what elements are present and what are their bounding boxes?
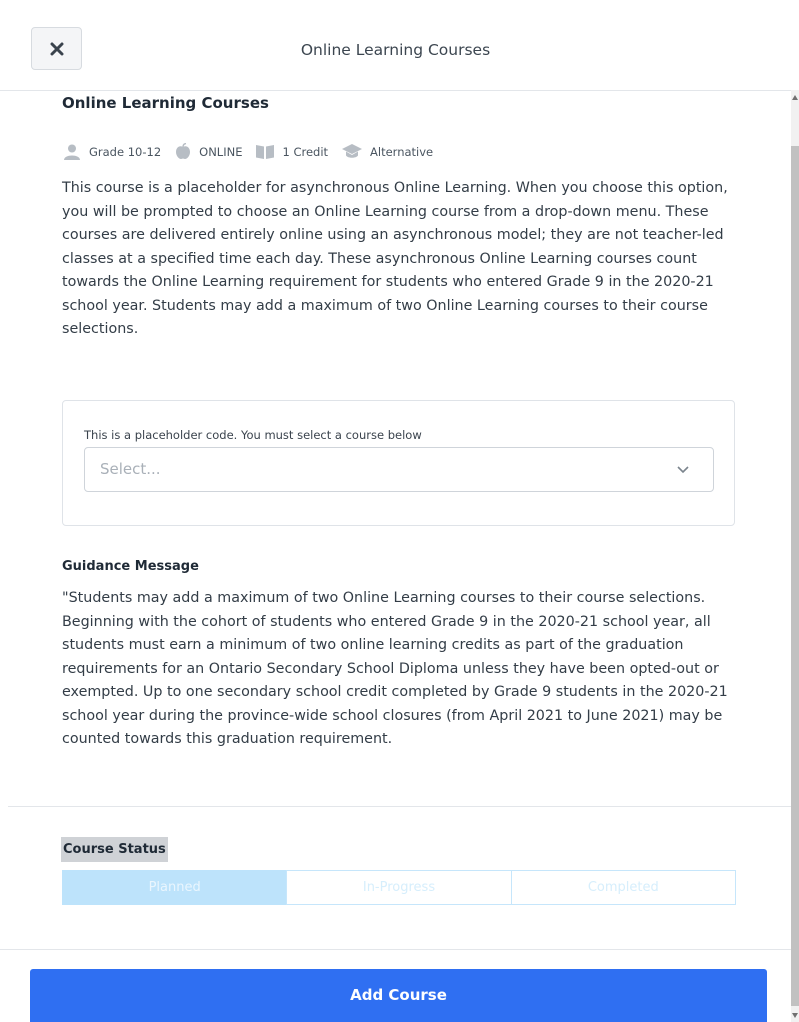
meta-delivery: ONLINE: [175, 143, 242, 160]
meta-credit: 1 Credit: [256, 144, 328, 159]
course-status-title: Course Status: [61, 837, 168, 862]
course-title: Online Learning Courses: [62, 94, 269, 112]
scroll-down-arrow-icon[interactable]: [792, 1013, 798, 1018]
person-icon: [64, 144, 80, 160]
add-course-button[interactable]: Add Course: [30, 969, 767, 1022]
guidance-title: Guidance Message: [62, 559, 199, 574]
course-description: This course is a placeholder for asynchr…: [62, 180, 728, 337]
guidance-text: "Students may add a maximum of two Onlin…: [62, 590, 728, 747]
status-completed-button[interactable]: Completed: [510, 870, 736, 905]
status-planned-button[interactable]: Planned: [62, 870, 288, 905]
meta-delivery-label: ONLINE: [199, 144, 243, 159]
course-select-placeholder: Select...: [100, 460, 161, 478]
divider: [8, 806, 791, 807]
footer-divider: [0, 949, 791, 950]
meta-credit-label: 1 Credit: [282, 144, 329, 159]
modal-body[interactable]: Online Learning Courses Grade 10-12 ONLI…: [0, 91, 791, 1022]
course-meta: Grade 10-12 ONLINE 1 Credit Alternative: [63, 143, 447, 160]
scrollbar-thumb[interactable]: [791, 146, 799, 1006]
status-in-progress-button[interactable]: In-Progress: [286, 870, 512, 905]
course-select-dropdown[interactable]: Select...: [84, 447, 714, 492]
book-icon: [256, 145, 275, 159]
meta-type: Alternative: [342, 144, 433, 159]
modal-header: Online Learning Courses: [0, 0, 791, 91]
meta-grade-label: Grade 10-12: [89, 144, 162, 159]
modal-title: Online Learning Courses: [300, 41, 491, 59]
apple-icon: [176, 143, 191, 159]
graduation-cap-icon: [342, 144, 363, 158]
meta-type-label: Alternative: [370, 144, 434, 159]
meta-grade: Grade 10-12: [63, 144, 161, 160]
course-select-card: This is a placeholder code. You must sel…: [62, 400, 735, 526]
chevron-down-icon: [677, 466, 689, 474]
course-status-segmented-control: Planned In-Progress Completed: [62, 870, 736, 905]
scroll-up-arrow-icon[interactable]: [792, 95, 798, 100]
course-select-label: This is a placeholder code. You must sel…: [84, 428, 422, 442]
scrollbar[interactable]: [791, 90, 799, 1022]
